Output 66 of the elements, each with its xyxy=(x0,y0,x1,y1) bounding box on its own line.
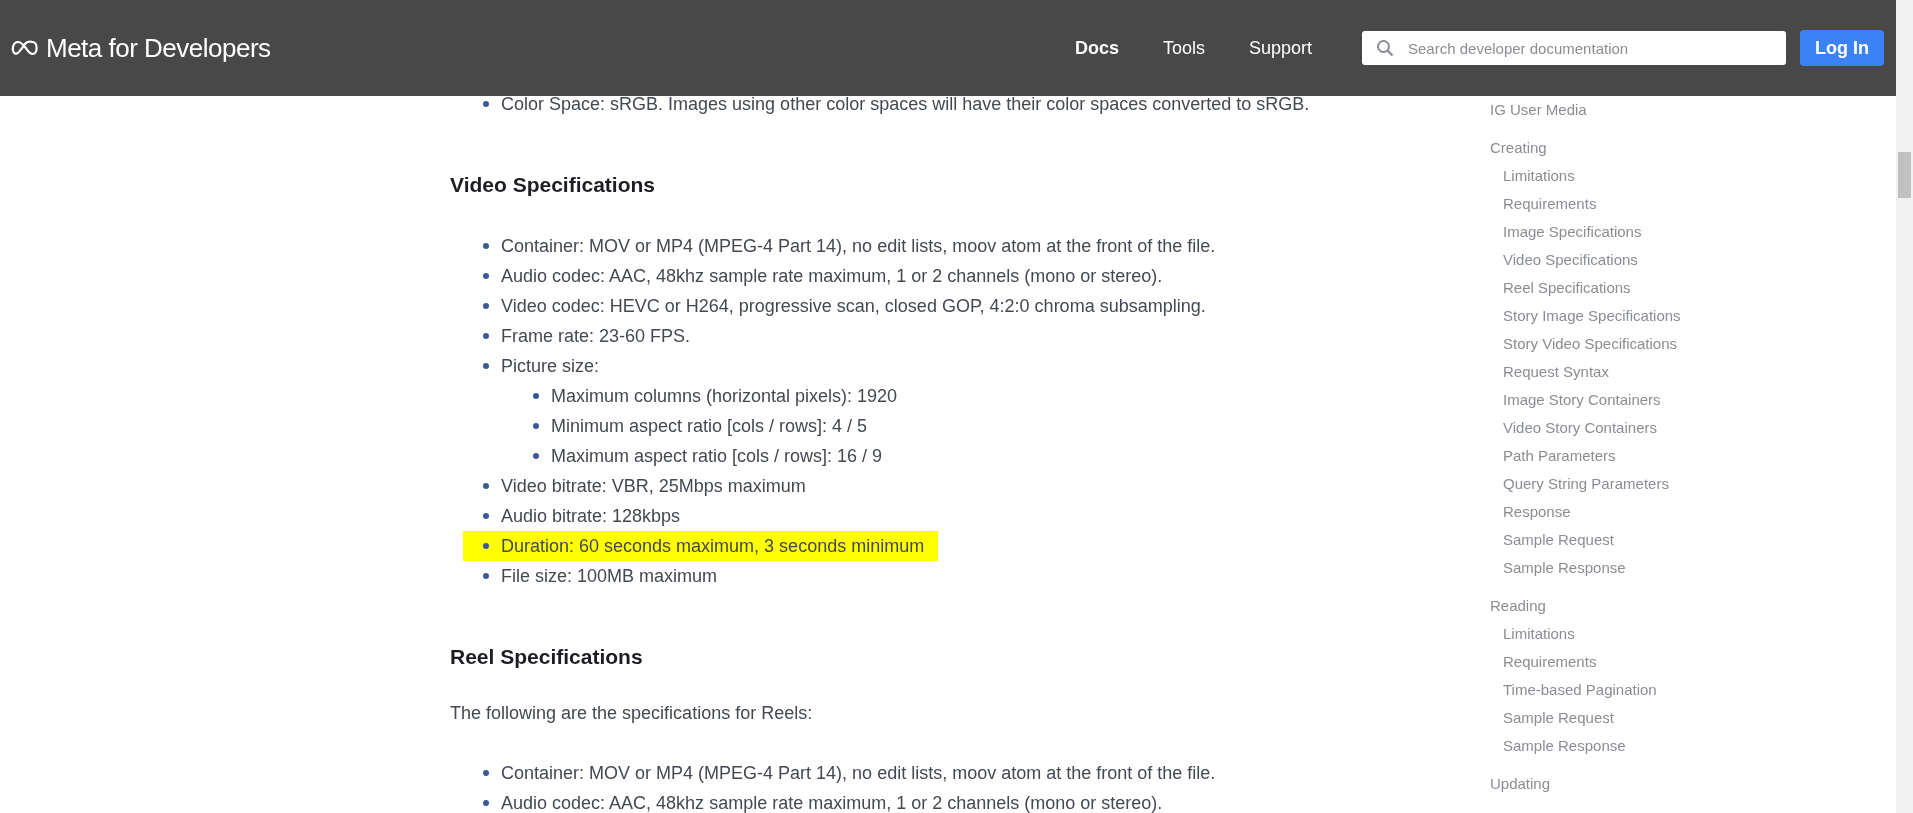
sidebar-link[interactable]: Image Story Containers xyxy=(1490,386,1790,414)
list-item-text: Frame rate: 23-60 FPS. xyxy=(501,325,691,347)
bullet-icon xyxy=(533,393,539,399)
list-item-text: Audio codec: AAC, 48khz sample rate maximum, 1 or 2 channels (mono or stereo). xyxy=(501,792,1163,813)
sidebar-link[interactable]: Video Story Containers xyxy=(1490,414,1790,442)
sidebar-link[interactable]: Path Parameters xyxy=(1490,442,1790,470)
sidebar-link[interactable]: Video Specifications xyxy=(1490,246,1790,274)
section-heading: Reel Specifications xyxy=(450,645,644,669)
nav-link[interactable]: Support xyxy=(1226,37,1334,59)
sidebar-link[interactable]: Reel Specifications xyxy=(1490,274,1790,302)
scrollbar[interactable] xyxy=(1896,0,1913,813)
sidebar-link[interactable]: Request Syntax xyxy=(1490,358,1790,386)
list-item-text: Color Space: sRGB. Images using other color spaces will have their color spaces converted to sRGB. xyxy=(501,96,1310,115)
sidebar-link[interactable]: Requirements xyxy=(1490,190,1790,218)
bullet-icon xyxy=(483,101,489,107)
list-item-text: Duration: 60 seconds maximum, 3 seconds minimum xyxy=(501,535,925,557)
sidebar-section-link[interactable]: Updating xyxy=(1490,770,1790,798)
bullet-icon xyxy=(483,303,489,309)
bullet-icon xyxy=(483,363,489,369)
sidebar-link[interactable]: Response xyxy=(1490,498,1790,526)
bullet-icon xyxy=(483,273,489,279)
sidebar-link[interactable]: Image Specifications xyxy=(1490,218,1790,246)
sidebar-link[interactable]: Sample Request xyxy=(1490,704,1790,732)
bullet-icon xyxy=(483,543,489,549)
login-button[interactable]: Log In xyxy=(1800,30,1884,66)
list-item-text: Minimum aspect ratio [cols / rows]: 4 / 5 xyxy=(551,415,868,437)
nav-link[interactable]: Tools xyxy=(1140,37,1227,59)
bullet-icon xyxy=(533,423,539,429)
list-item-text: File size: 100MB maximum xyxy=(501,565,718,587)
bullet-icon xyxy=(483,770,489,776)
search-field[interactable]: Search developer documentation xyxy=(1362,31,1786,65)
sidebar-link[interactable]: Limitations xyxy=(1490,162,1790,190)
bullet-icon xyxy=(533,453,539,459)
paragraph: The following are the specifications for Reels: xyxy=(450,703,814,724)
sidebar-link[interactable]: Story Image Specifications xyxy=(1490,302,1790,330)
sidebar-link[interactable]: Sample Response xyxy=(1490,554,1790,582)
sidebar-link[interactable]: Story Video Specifications xyxy=(1490,330,1790,358)
sidebar-link[interactable]: Sample Request xyxy=(1490,526,1790,554)
section-heading: Video Specifications xyxy=(450,173,656,197)
sidebar-section-link[interactable]: Creating xyxy=(1490,134,1790,162)
search-icon xyxy=(1376,39,1394,57)
sidebar-link[interactable]: Requirements xyxy=(1490,648,1790,676)
infinity-logo-icon xyxy=(10,40,40,56)
bullet-icon xyxy=(483,800,489,806)
list-item-text: Audio bitrate: 128kbps xyxy=(501,505,681,527)
list-item-text: Video codec: HEVC or H264, progressive scan, closed GOP, 4:2:0 chroma subsampling. xyxy=(501,295,1206,317)
list-item-text: Maximum columns (horizontal pixels): 1920 xyxy=(551,385,898,407)
list-item-text: Maximum aspect ratio [cols / rows]: 16 / 9 xyxy=(551,445,883,467)
nav-link[interactable]: Docs xyxy=(1052,37,1141,59)
bullet-icon xyxy=(483,573,489,579)
sidebar-section-link[interactable]: IG User Media xyxy=(1490,96,1790,124)
list-item-text: Video bitrate: VBR, 25Mbps maximum xyxy=(501,475,806,497)
sidebar-link[interactable]: Query String Parameters xyxy=(1490,470,1790,498)
sidebar-link[interactable]: Sample Response xyxy=(1490,732,1790,760)
list-item-text: Audio codec: AAC, 48khz sample rate maximum, 1 or 2 channels (mono or stereo). xyxy=(501,265,1163,287)
bullet-icon xyxy=(483,513,489,519)
site-logo[interactable]: Meta for Developers xyxy=(46,32,271,64)
bullet-icon xyxy=(483,243,489,249)
list-item-text: Container: MOV or MP4 (MPEG-4 Part 14), no edit lists, moov atom at the front of the file. xyxy=(501,235,1216,257)
sidebar-section-link[interactable]: Reading xyxy=(1490,592,1790,620)
list-item-text: Picture size: xyxy=(501,355,600,377)
sidebar-link[interactable]: Time-based Pagination xyxy=(1490,676,1790,704)
sidebar-link[interactable]: Limitations xyxy=(1490,620,1790,648)
bullet-icon xyxy=(483,483,489,489)
list-item-text: Container: MOV or MP4 (MPEG-4 Part 14), no edit lists, moov atom at the front of the file. xyxy=(501,762,1216,784)
bullet-icon xyxy=(483,333,489,339)
